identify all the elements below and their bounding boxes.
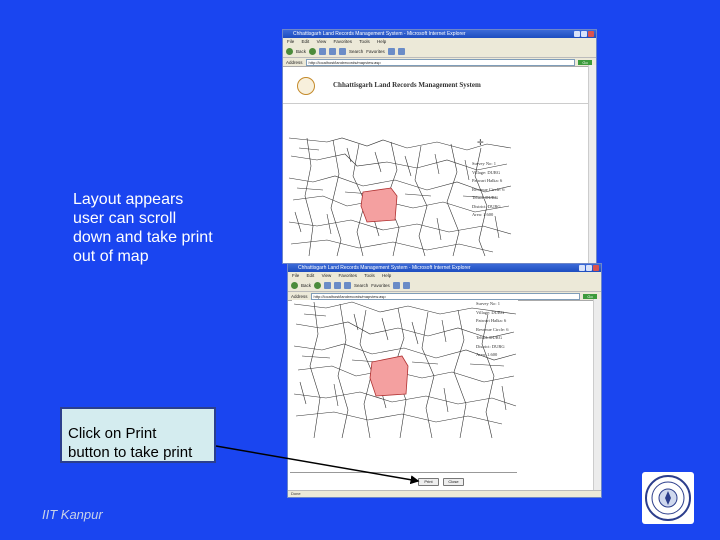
menu-tools[interactable]: Tools xyxy=(359,39,370,44)
address-bar: Address http://localhost/landrecords/map… xyxy=(283,58,596,67)
print-button[interactable]: Print xyxy=(418,478,439,486)
search-label[interactable]: Search xyxy=(354,283,368,288)
menu-favorites[interactable]: Favorites xyxy=(334,39,353,44)
go-button[interactable]: Go xyxy=(578,59,592,65)
menu-edit[interactable]: Edit xyxy=(302,39,310,44)
menu-edit[interactable]: Edit xyxy=(307,273,315,278)
forward-icon[interactable] xyxy=(309,47,317,55)
selected-plot[interactable] xyxy=(369,355,409,397)
window-titlebar: Chhattisgarh Land Records Management Sys… xyxy=(283,30,596,38)
mail-icon[interactable] xyxy=(392,281,400,289)
search-label[interactable]: Search xyxy=(349,49,363,54)
selected-plot[interactable] xyxy=(360,187,398,223)
legend-item: Revenue Circle: 6 xyxy=(476,326,509,332)
caption-line: user can scroll xyxy=(73,210,177,227)
callout-line: button to take print xyxy=(68,444,193,461)
back-label[interactable]: Back xyxy=(301,283,311,288)
maximize-icon[interactable] xyxy=(581,31,587,37)
back-icon[interactable] xyxy=(286,47,293,55)
vertical-scrollbar[interactable] xyxy=(588,65,596,263)
stop-icon[interactable] xyxy=(319,47,327,55)
home-icon[interactable] xyxy=(344,281,352,289)
close-icon[interactable] xyxy=(588,31,594,37)
print-icon[interactable] xyxy=(397,47,405,55)
callout-line: Click on Print xyxy=(68,425,157,442)
stop-icon[interactable] xyxy=(324,281,332,289)
legend-item: Area: 1.600 xyxy=(476,352,498,357)
caption-text: Layout appears user can scroll down and … xyxy=(73,190,263,266)
browser-window-bottom: Chhattisgarh Land Records Management Sys… xyxy=(287,263,602,498)
forward-icon[interactable] xyxy=(314,281,322,289)
menu-bar: File Edit View Favorites Tools Help xyxy=(283,38,596,45)
favorites-label[interactable]: Favorites xyxy=(366,49,385,54)
status-text: Done xyxy=(291,491,301,496)
menu-help[interactable]: Help xyxy=(382,273,391,278)
divider xyxy=(290,472,517,473)
menu-view[interactable]: View xyxy=(317,39,327,44)
app-title: Chhattisgarh Land Records Management Sys… xyxy=(333,81,481,89)
callout-box: Click on Print button to take print xyxy=(60,407,216,463)
status-bar: Done xyxy=(288,490,601,497)
print-controls: Print Close xyxy=(418,478,464,486)
caption-line: out of map xyxy=(73,248,149,265)
address-input[interactable]: http://localhost/landrecords/mapview.asp xyxy=(310,292,580,300)
refresh-icon[interactable] xyxy=(334,281,342,289)
menu-file[interactable]: File xyxy=(292,273,299,278)
address-input[interactable]: http://localhost/landrecords/mapview.asp xyxy=(305,58,575,66)
page-header: Chhattisgarh Land Records Management Sys… xyxy=(283,67,596,104)
legend-item: Tehsil: DURG xyxy=(472,195,499,200)
vertical-scrollbar[interactable] xyxy=(593,299,601,491)
window-title: Chhattisgarh Land Records Management Sys… xyxy=(298,265,471,271)
address-label: Address xyxy=(291,293,308,299)
legend-item: District: DURG xyxy=(476,343,505,349)
back-icon[interactable] xyxy=(291,281,298,289)
legend-item: Village: DURG xyxy=(472,169,501,175)
browser-window-top: Chhattisgarh Land Records Management Sys… xyxy=(282,29,597,264)
plot-legend: Survey No: 1 Village: DURG Patwari Halka… xyxy=(476,300,509,360)
legend-item: Revenue Circle: 6 xyxy=(472,186,505,192)
legend-item: District: DURG xyxy=(472,203,501,209)
maximize-icon[interactable] xyxy=(586,265,592,271)
footer-text: IIT Kanpur xyxy=(42,507,103,522)
legend-item: Survey No: 1 xyxy=(472,161,496,166)
print-icon[interactable] xyxy=(402,281,410,289)
caption-line: down and take print xyxy=(73,229,213,246)
menu-file[interactable]: File xyxy=(287,39,294,44)
legend-item: Survey No: 1 xyxy=(476,301,500,306)
window-titlebar: Chhattisgarh Land Records Management Sys… xyxy=(288,264,601,272)
home-icon[interactable] xyxy=(339,47,347,55)
menu-help[interactable]: Help xyxy=(377,39,386,44)
mail-icon[interactable] xyxy=(387,47,395,55)
legend-item: Village: DURG xyxy=(476,309,505,315)
north-arrow-icon: ✛ xyxy=(477,138,484,147)
address-label: Address xyxy=(286,59,303,65)
favorites-label[interactable]: Favorites xyxy=(371,283,390,288)
close-icon[interactable] xyxy=(593,265,599,271)
minimize-icon[interactable] xyxy=(579,265,585,271)
legend-item: Patwari Halka: 6 xyxy=(476,318,507,323)
caption-line: Layout appears xyxy=(73,191,184,208)
legend-item: Patwari Halka: 6 xyxy=(472,178,503,183)
close-button[interactable]: Close xyxy=(443,478,464,486)
menu-favorites[interactable]: Favorites xyxy=(339,273,358,278)
menu-bar: File Edit View Favorites Tools Help xyxy=(288,272,601,279)
browser-toolbar: Back Search Favorites xyxy=(288,279,601,292)
refresh-icon[interactable] xyxy=(329,47,337,55)
institute-logo xyxy=(642,472,694,524)
go-button[interactable]: Go xyxy=(583,293,597,299)
menu-view[interactable]: View xyxy=(322,273,332,278)
browser-toolbar: Back Search Favorites xyxy=(283,45,596,58)
menu-tools[interactable]: Tools xyxy=(364,273,375,278)
plot-legend: Survey No: 1 Village: DURG Patwari Halka… xyxy=(472,160,505,220)
legend-item: Area: 1.600 xyxy=(472,212,494,217)
back-label[interactable]: Back xyxy=(296,49,306,54)
minimize-icon[interactable] xyxy=(574,31,580,37)
window-title: Chhattisgarh Land Records Management Sys… xyxy=(293,31,466,37)
legend-item: Tehsil: DURG xyxy=(476,335,503,340)
emblem-icon xyxy=(297,77,315,95)
